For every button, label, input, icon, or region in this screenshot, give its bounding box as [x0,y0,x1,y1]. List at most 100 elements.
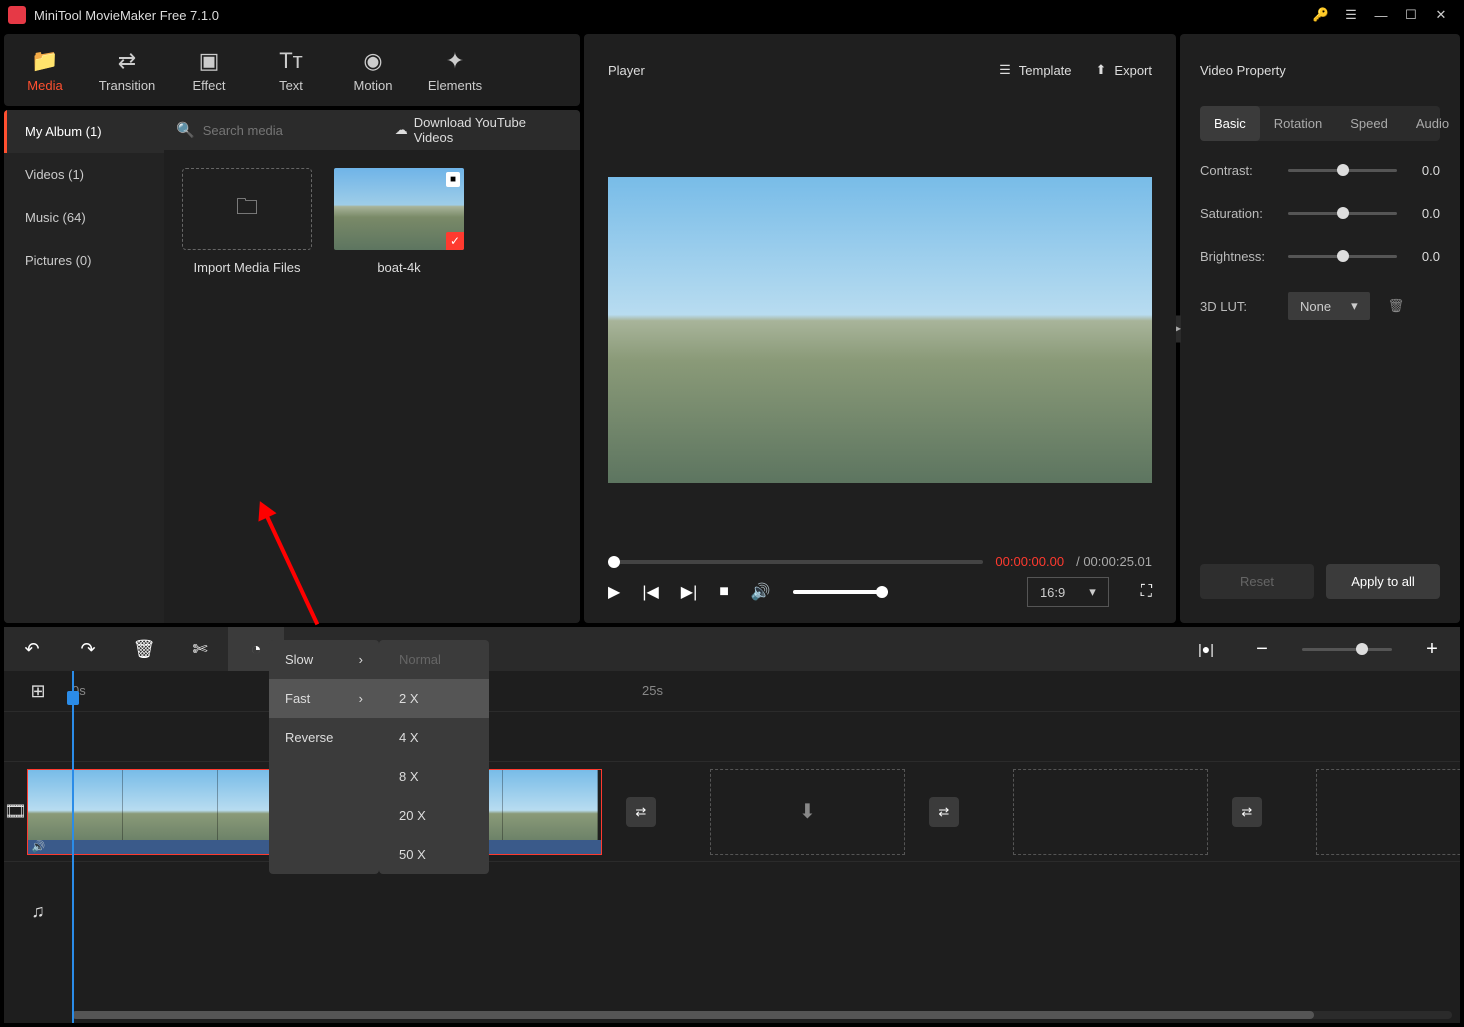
chevron-right-icon: › [359,652,363,667]
speed-option-20x[interactable]: 20 X [379,796,489,835]
contrast-value: 0.0 [1405,163,1440,178]
fullscreen-button[interactable]: ⛶ [1141,583,1152,601]
audio-track[interactable] [72,862,1460,961]
clip-placeholder[interactable] [1316,769,1460,855]
video-track-icon: 🎞 [4,762,27,861]
transition-slot[interactable]: ⇄ [1232,797,1262,827]
tab-media[interactable]: 📁Media [4,34,86,106]
transition-slot[interactable]: ⇄ [626,797,656,827]
fit-timeline-button[interactable]: |●| [1178,641,1234,657]
clip-placeholder[interactable] [1013,769,1208,855]
audio-track-icon: ♫ [4,862,72,961]
speed-option-4x[interactable]: 4 X [379,718,489,757]
seek-slider[interactable] [608,560,983,564]
tab-text[interactable]: TᴛText [250,34,332,106]
template-button[interactable]: ☰Template [999,62,1071,78]
aspect-ratio-select[interactable]: 16:9▾ [1027,577,1109,607]
motion-icon: ◉ [363,48,382,74]
text-icon: Tᴛ [279,48,303,74]
export-button[interactable]: ⬆Export [1096,62,1152,78]
reset-button[interactable]: Reset [1200,564,1314,599]
prev-frame-button[interactable]: |◀ [642,582,658,602]
current-time: 00:00:00.00 [995,554,1064,569]
speed-option-50x[interactable]: 50 X [379,835,489,874]
property-tab-rotation[interactable]: Rotation [1260,106,1336,141]
chevron-down-icon: ▾ [1351,298,1358,314]
collapse-panel-button[interactable]: ▸ [1176,315,1181,342]
volume-slider[interactable] [793,590,888,594]
sidebar-videos[interactable]: Videos (1) [4,153,164,196]
template-icon: ☰ [999,62,1011,78]
total-time: / 00:00:25.01 [1076,554,1152,569]
zoom-slider[interactable] [1302,648,1392,651]
zoom-in-button[interactable]: + [1404,638,1460,661]
import-media-button[interactable]: 🗀 [182,168,312,250]
sidebar-pictures[interactable]: Pictures (0) [4,239,164,282]
speed-fast-item[interactable]: Fast› [269,679,379,718]
brightness-slider[interactable] [1288,255,1397,258]
search-input[interactable] [203,123,379,138]
add-track-button[interactable]: ⊞ [4,671,72,711]
video-preview[interactable] [608,177,1152,483]
zoom-out-button[interactable]: − [1234,638,1290,661]
contrast-slider[interactable] [1288,169,1397,172]
property-tab-audio[interactable]: Audio [1402,106,1463,141]
chevron-down-icon: ▾ [1089,584,1096,600]
close-button[interactable]: ✕ [1426,0,1456,30]
player-title: Player [608,63,645,78]
folder-icon: 📁 [31,48,58,74]
brightness-value: 0.0 [1405,249,1440,264]
split-button[interactable]: ✄ [172,639,228,660]
property-tab-speed[interactable]: Speed [1336,106,1402,141]
transition-slot[interactable]: ⇄ [929,797,959,827]
activate-key-icon[interactable]: 🔑 [1306,0,1336,30]
menu-icon[interactable]: ☰ [1336,0,1366,30]
speed-option-2x[interactable]: 2 X [379,679,489,718]
speaker-icon: 🔊 [32,840,46,853]
ruler-mark-25: 25s [642,683,663,698]
next-frame-button[interactable]: ▶| [681,582,697,602]
lut-delete-button[interactable]: 🗑 [1388,298,1405,314]
sidebar-music[interactable]: Music (64) [4,196,164,239]
contrast-label: Contrast: [1200,163,1280,178]
media-thumbnail[interactable]: ■ ✓ [334,168,464,250]
clip-placeholder[interactable]: ⬇ [710,769,905,855]
effect-icon: ▣ [199,48,220,74]
import-label: Import Media Files [194,260,301,275]
tab-elements[interactable]: ✦Elements [414,34,496,106]
speed-slow-item[interactable]: Slow› [269,640,379,679]
apply-all-button[interactable]: Apply to all [1326,564,1440,599]
speed-reverse-item[interactable]: Reverse [269,718,379,757]
tab-transition[interactable]: ⇄Transition [86,34,168,106]
timeline-scrollbar[interactable] [72,1011,1452,1019]
app-logo [8,6,26,24]
stop-button[interactable]: ■ [719,583,729,601]
volume-icon[interactable]: 🔊 [751,582,771,602]
delete-button[interactable]: 🗑 [116,639,172,660]
play-button[interactable]: ▶ [608,582,620,602]
property-tab-basic[interactable]: Basic [1200,106,1260,141]
download-youtube-button[interactable]: ☁Download YouTube Videos [395,115,568,145]
minimize-button[interactable]: — [1366,0,1396,30]
undo-button[interactable]: ↶ [4,639,60,660]
tab-motion[interactable]: ◉Motion [332,34,414,106]
sidebar-my-album[interactable]: My Album (1) [4,110,164,153]
lut-label: 3D LUT: [1200,299,1280,314]
brightness-label: Brightness: [1200,249,1280,264]
used-check-icon: ✓ [446,232,464,250]
maximize-button[interactable]: ☐ [1396,0,1426,30]
saturation-label: Saturation: [1200,206,1280,221]
app-title: MiniTool MovieMaker Free 7.1.0 [34,8,219,23]
speed-option-normal[interactable]: Normal [379,640,489,679]
tab-effect[interactable]: ▣Effect [168,34,250,106]
saturation-slider[interactable] [1288,212,1397,215]
chevron-right-icon: › [359,691,363,706]
video-badge-icon: ■ [446,172,460,187]
folder-plus-icon: 🗀 [236,190,258,228]
playhead[interactable] [72,671,74,1023]
saturation-value: 0.0 [1405,206,1440,221]
media-thumbnail-label: boat-4k [377,260,420,275]
lut-select[interactable]: None▾ [1288,292,1370,320]
speed-option-8x[interactable]: 8 X [379,757,489,796]
redo-button[interactable]: ↷ [60,639,116,660]
